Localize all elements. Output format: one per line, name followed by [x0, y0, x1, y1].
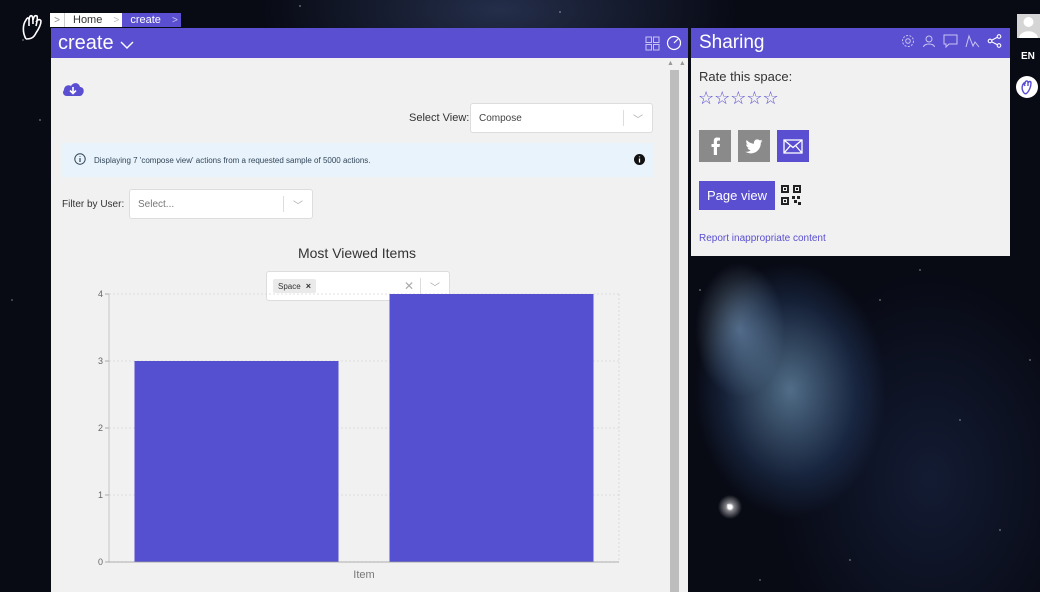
- panel-content: Select View: Compose ﹀ Displaying 7 'com…: [51, 58, 663, 592]
- facebook-icon: [711, 137, 720, 155]
- bar-0: [134, 361, 339, 562]
- page-view-button[interactable]: Page view: [699, 181, 775, 210]
- sharing-panel: Sharing Rate this space: ☆☆☆☆☆ Page view…: [691, 28, 1010, 256]
- social-share-buttons: [699, 130, 809, 162]
- facebook-button[interactable]: [699, 130, 731, 162]
- comment-icon[interactable]: [943, 34, 958, 53]
- y-tick-label: 1: [98, 490, 103, 500]
- chevron-right-icon: >: [110, 13, 123, 27]
- bright-star: [718, 495, 742, 519]
- chevron-right-icon: >: [168, 13, 181, 27]
- activity-icon[interactable]: [965, 33, 980, 53]
- sharing-header: Sharing: [691, 28, 1010, 58]
- bar-chart: 0 1 2 3 4 Item: [98, 289, 620, 581]
- share-icon[interactable]: [987, 33, 1002, 53]
- grid-view-icon[interactable]: [645, 36, 660, 51]
- app-logo-icon[interactable]: [20, 12, 44, 42]
- twitter-button[interactable]: [738, 130, 770, 162]
- twitter-icon: [745, 138, 763, 153]
- scrollbar[interactable]: ▲▲: [663, 58, 688, 592]
- analytics-gauge-icon[interactable]: [666, 35, 682, 51]
- settings-gear-icon[interactable]: [901, 34, 915, 53]
- y-tick-label: 2: [98, 423, 103, 433]
- sharing-title: Sharing: [699, 32, 765, 53]
- mail-icon: [783, 138, 803, 154]
- language-selector[interactable]: EN: [1021, 51, 1035, 62]
- chevron-down-icon[interactable]: [120, 37, 134, 53]
- panel-title[interactable]: create: [58, 32, 114, 55]
- breadcrumb-toggle[interactable]: >: [50, 13, 65, 27]
- breadcrumb-create[interactable]: create: [122, 13, 169, 27]
- brand-hand-icon[interactable]: [1016, 76, 1038, 98]
- user-icon[interactable]: [922, 34, 936, 53]
- x-axis-label: Item: [353, 569, 374, 581]
- y-tick-label: 0: [98, 557, 103, 567]
- y-tick-label: 3: [98, 356, 103, 366]
- breadcrumb-home[interactable]: Home: [65, 13, 111, 27]
- panel-header: create: [51, 28, 688, 58]
- qr-code-icon[interactable]: [781, 185, 801, 210]
- star-rating[interactable]: ☆☆☆☆☆: [698, 88, 779, 109]
- breadcrumb: > Home > create >: [50, 13, 181, 27]
- analytics-panel: create Select View: Compose ﹀ Displaying…: [51, 28, 688, 592]
- email-button[interactable]: [777, 130, 809, 162]
- report-content-link[interactable]: Report inappropriate content: [699, 233, 826, 244]
- bar-1: [389, 294, 594, 562]
- scrollbar-thumb[interactable]: [670, 70, 679, 592]
- y-tick-label: 4: [98, 289, 103, 299]
- rate-space-label: Rate this space:: [699, 69, 793, 84]
- user-avatar[interactable]: [1017, 14, 1040, 38]
- scroll-arrows[interactable]: ▲▲: [667, 60, 691, 67]
